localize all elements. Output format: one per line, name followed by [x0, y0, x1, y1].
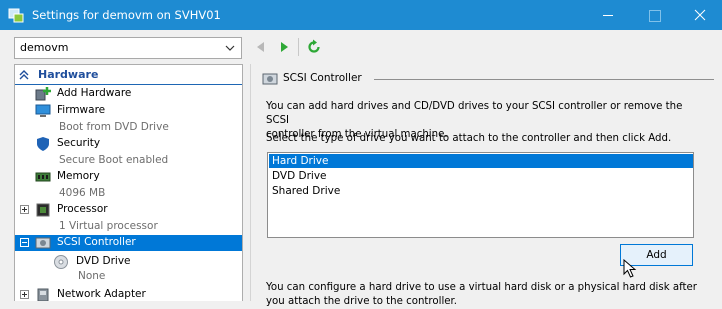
tree-item-label: Network Adapter: [57, 288, 146, 300]
group-header: SCSI Controller: [262, 72, 714, 86]
expand-icon[interactable]: [20, 290, 29, 299]
mouse-pointer-icon: [623, 259, 637, 278]
firmware-icon: [35, 104, 51, 117]
memory-chip-icon: [35, 172, 51, 182]
chevron-down-icon: [225, 45, 235, 51]
tree-item-detail: Boot from DVD Drive: [59, 121, 169, 133]
tree-item-detail: 4096 MB: [59, 187, 106, 199]
tree-item-detail: None: [78, 270, 106, 282]
collapse-node-icon[interactable]: [20, 238, 29, 247]
drive-option-dvd-drive[interactable]: DVD Drive: [269, 169, 693, 183]
close-button[interactable]: [677, 0, 722, 30]
tree-item-detail: Secure Boot enabled: [59, 154, 169, 166]
vm-dropdown[interactable]: demovm: [14, 37, 242, 59]
tree-item-security[interactable]: Security: [15, 136, 242, 152]
tree-item-label: Firmware: [57, 104, 106, 116]
intro-line-1: You can add hard drives and CD/DVD drive…: [266, 101, 683, 126]
vm-dropdown-value: demovm: [20, 41, 69, 54]
back-arrow-icon[interactable]: [254, 40, 268, 54]
close-icon: [694, 9, 706, 21]
tree-item-dvd-drive[interactable]: DVD Drive: [15, 254, 242, 270]
collapse-icon[interactable]: [19, 70, 29, 80]
title-bar: Settings for demovm on SVHV01: [0, 0, 722, 30]
shield-icon: [37, 137, 49, 151]
dvd-disc-icon: [54, 255, 68, 269]
toolbar-separator: [298, 38, 299, 56]
tree-item-add-hardware[interactable]: Add Hardware: [15, 86, 242, 102]
refresh-icon[interactable]: [306, 39, 322, 55]
processor-icon: [36, 203, 50, 217]
footer-text: You can configure a hard drive to use a …: [266, 281, 706, 309]
tree-section-label: Hardware: [38, 68, 99, 81]
footer-line-1: You can configure a hard drive to use a …: [266, 282, 697, 293]
tree-item-processor[interactable]: Processor: [15, 202, 242, 218]
scsi-controller-icon: [35, 237, 51, 249]
section-divider: [15, 84, 242, 85]
hardware-tree: Hardware Add Hardware Firmware Boot from…: [14, 64, 243, 301]
settings-panel: SCSI Controller You can add hard drives …: [250, 64, 722, 307]
tree-item-label: DVD Drive: [76, 255, 131, 267]
tree-section-hardware[interactable]: Hardware: [15, 67, 242, 85]
tree-item-label: Add Hardware: [57, 87, 132, 99]
tree-item-label: Memory: [57, 170, 100, 182]
tree-item-label: SCSI Controller: [57, 236, 136, 248]
tree-item-detail: 1 Virtual processor: [59, 220, 158, 232]
tree-item-network-adapter[interactable]: Network Adapter: [15, 287, 242, 301]
tree-item-scsi-controller[interactable]: SCSI Controller: [15, 235, 242, 251]
minimize-button[interactable]: [585, 0, 631, 30]
tree-item-label: Processor: [57, 203, 108, 215]
footer-line-2: you attach the drive to the controller.: [266, 296, 458, 307]
network-adapter-icon: [37, 288, 49, 301]
tree-item-memory[interactable]: Memory: [15, 169, 242, 185]
add-hardware-icon: [35, 87, 51, 101]
hyperv-settings-icon: [8, 8, 24, 23]
drive-option-hard-drive[interactable]: Hard Drive: [269, 154, 693, 168]
scsi-controller-icon: [262, 73, 278, 85]
forward-arrow-icon[interactable]: [277, 40, 291, 54]
expand-icon[interactable]: [20, 205, 29, 214]
drive-option-shared-drive[interactable]: Shared Drive: [269, 184, 693, 198]
window-title: Settings for demovm on SVHV01: [32, 8, 221, 22]
maximize-button[interactable]: [631, 0, 677, 30]
tree-item-label: Security: [57, 137, 101, 149]
select-prompt: Select the type of drive you want to att…: [266, 133, 672, 144]
group-title: SCSI Controller: [283, 72, 362, 84]
group-divider: [374, 79, 714, 80]
tree-item-firmware[interactable]: Firmware: [15, 103, 242, 119]
drive-type-list[interactable]: Hard Drive DVD Drive Shared Drive: [267, 152, 694, 238]
